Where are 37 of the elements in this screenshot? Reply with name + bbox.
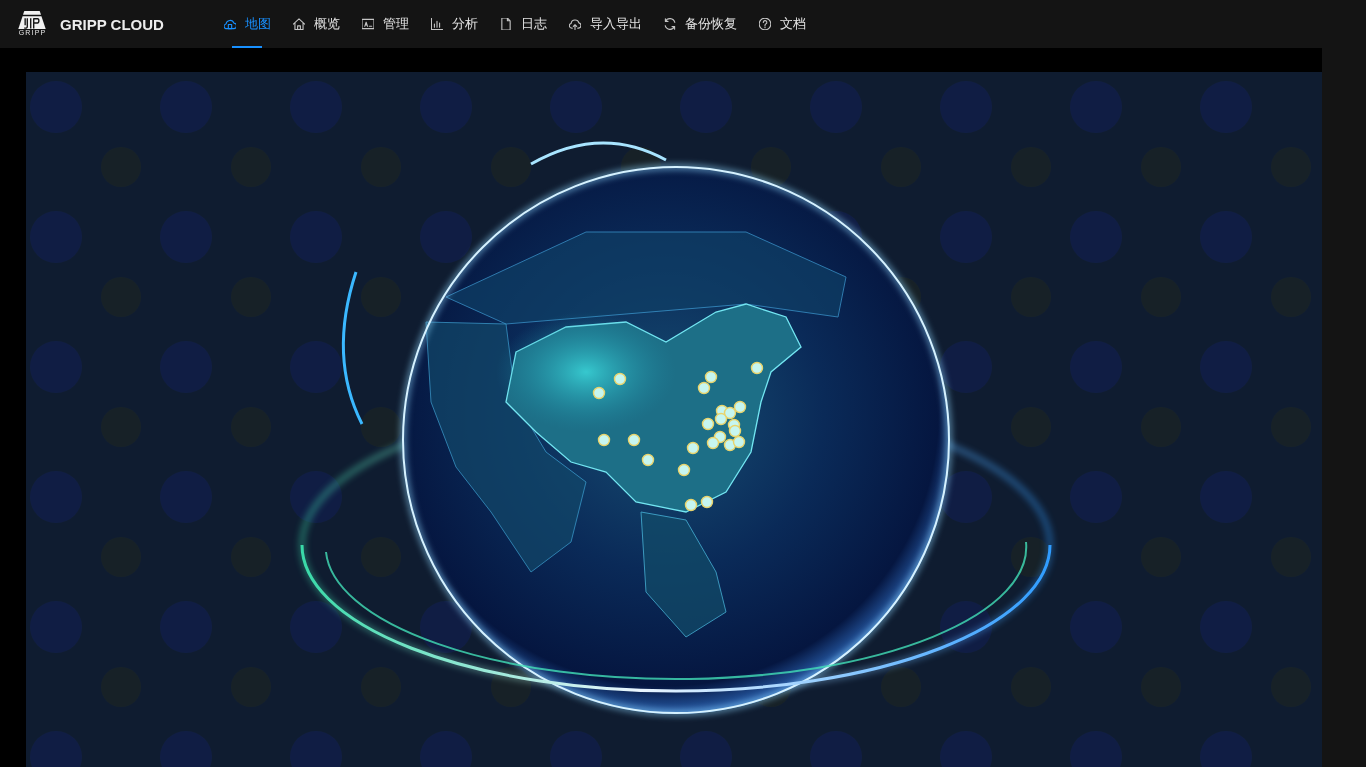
map-marker-icon — [723, 406, 737, 420]
nav-tab[interactable]: 文档 — [758, 0, 806, 48]
nav-tab[interactable]: 地图 — [223, 0, 271, 48]
map-marker-icon — [697, 381, 711, 395]
map-marker-icon — [701, 417, 715, 431]
map-marker-icon — [732, 435, 746, 449]
map-marker-icon — [627, 433, 641, 447]
map-marker-icon — [677, 463, 691, 477]
map-marker-icon — [686, 441, 700, 455]
map-marker-icon — [684, 498, 698, 512]
nav-tab[interactable]: 分析 — [430, 0, 478, 48]
nav-tab[interactable]: 备份恢复 — [663, 0, 737, 48]
map-marker-icon — [641, 453, 655, 467]
logo-icon — [18, 11, 46, 29]
refresh-icon — [663, 18, 676, 30]
map-marker-icon — [714, 412, 728, 426]
map-marker-icon — [700, 495, 714, 509]
map-marker-icon — [613, 372, 627, 386]
bar-chart-icon — [430, 18, 443, 30]
nav-tab[interactable]: 概览 — [292, 0, 340, 48]
app-title: GRIPP CLOUD — [60, 15, 164, 33]
cloud-arrow-icon — [568, 18, 581, 30]
nav-tab[interactable]: 导入导出 — [568, 0, 642, 48]
document-icon — [499, 18, 512, 30]
map-marker-icon — [592, 386, 606, 400]
help-icon — [758, 18, 771, 30]
nav-tab[interactable]: 管理 — [361, 0, 409, 48]
map-marker-icon — [597, 433, 611, 447]
map-marker-icon — [706, 436, 720, 450]
map-marker-icon — [728, 424, 742, 438]
home-icon — [292, 18, 305, 30]
cloud-icon — [223, 18, 236, 30]
map-marker-icon — [733, 400, 747, 414]
map-marker-icon — [750, 361, 764, 375]
nav-tab[interactable]: 日志 — [499, 0, 547, 48]
card-icon — [361, 18, 374, 30]
map-marker-icon — [704, 370, 718, 384]
